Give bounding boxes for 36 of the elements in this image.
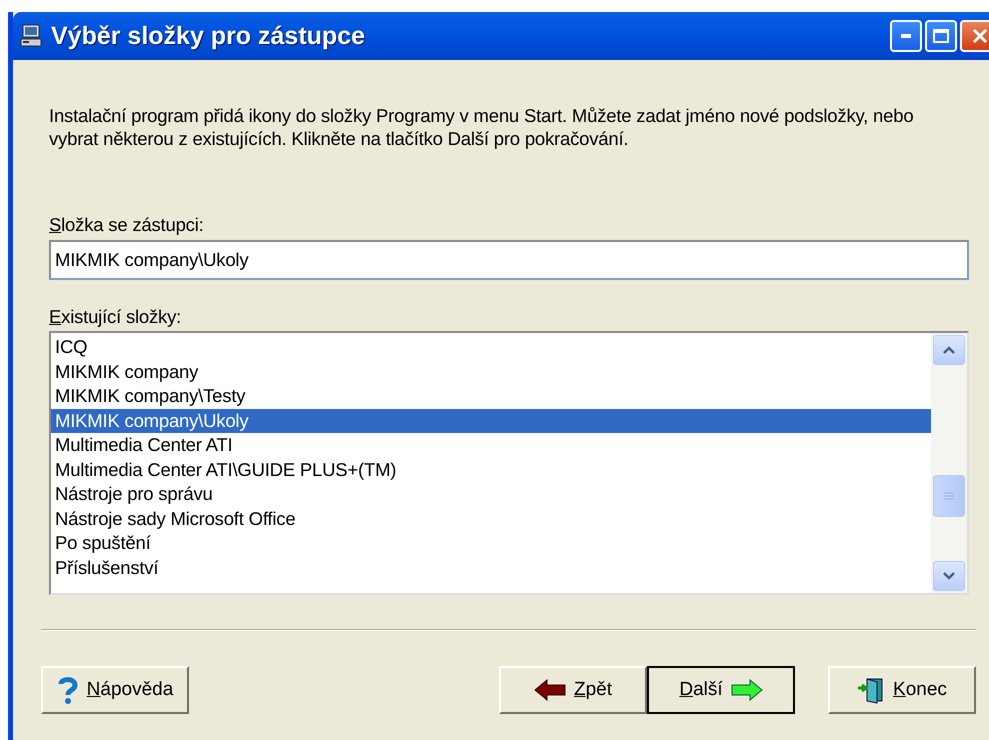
list-label: Existující složky:: [49, 306, 182, 328]
folder-item[interactable]: ICQ: [51, 335, 931, 360]
folder-item[interactable]: MIKMIK company\Testy: [51, 384, 931, 408]
minimize-button[interactable]: [890, 20, 922, 52]
folder-item[interactable]: Nástroje pro správu: [51, 482, 931, 506]
scroll-up-button[interactable]: [933, 335, 965, 365]
close-icon: [971, 27, 989, 45]
maximize-button[interactable]: [925, 20, 957, 52]
maximize-icon: [933, 29, 949, 43]
scroll-down-button[interactable]: [933, 561, 965, 591]
help-button[interactable]: Nápověda: [41, 666, 189, 714]
folder-input-field[interactable]: MIKMIK company\Ukoly: [49, 240, 969, 280]
chevron-up-icon: [943, 346, 955, 354]
exit-button[interactable]: Konec: [828, 666, 976, 714]
folder-item[interactable]: Příslušenství: [51, 556, 931, 580]
question-icon: [56, 676, 79, 704]
next-button[interactable]: Další: [647, 666, 795, 714]
minimize-icon: [901, 34, 911, 38]
folder-item[interactable]: Multimedia Center ATI: [51, 433, 931, 458]
grip-icon: [944, 492, 954, 500]
folder-item[interactable]: MIKMIK company: [51, 360, 931, 384]
chevron-down-icon: [943, 572, 955, 580]
folder-item[interactable]: Po spuštění: [51, 531, 931, 556]
window-title: Výběr složky pro zástupce: [51, 22, 366, 50]
folder-item[interactable]: Multimedia Center ATI\GUIDE PLUS+(TM): [51, 458, 931, 482]
scroll-thumb[interactable]: [933, 475, 965, 517]
back-button[interactable]: Zpět: [499, 666, 647, 714]
right-arrow-icon: [730, 679, 763, 701]
close-button[interactable]: [960, 20, 989, 52]
field-label: Složka se zástupci:: [49, 214, 204, 236]
left-arrow-icon: [534, 679, 566, 701]
door-icon: [857, 676, 886, 704]
instruction-text: Instalační program přidá ikony do složky Programy v menu Start. Můžete zadat jméno nové podsložky, nebo vybrat některou z existujících. Klikněte na tlačítko Další pro pokračování.: [49, 104, 914, 150]
folder-item[interactable]: Nástroje sady Microsoft Office: [51, 506, 931, 531]
scrollbar[interactable]: [931, 333, 967, 593]
folder-item[interactable]: MIKMIK company\Ukoly: [51, 408, 931, 433]
